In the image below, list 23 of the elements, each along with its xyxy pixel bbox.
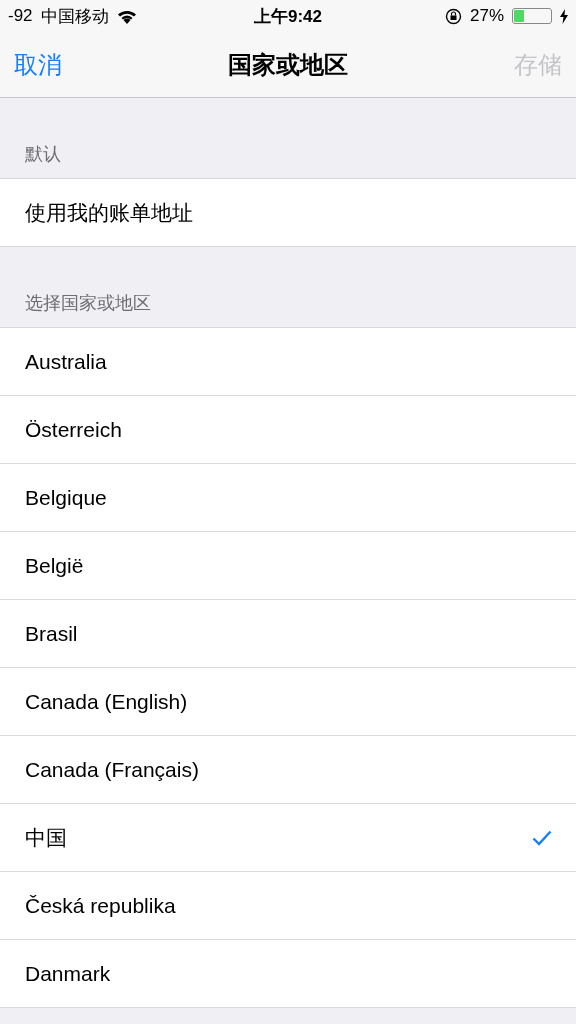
- list-item[interactable]: Canada (Français): [0, 735, 576, 803]
- list-item[interactable]: Canada (English): [0, 667, 576, 735]
- list-item[interactable]: Belgique: [0, 463, 576, 531]
- wifi-icon: [116, 8, 137, 24]
- list-item[interactable]: 中国: [0, 803, 576, 871]
- list-item[interactable]: Brasil: [0, 599, 576, 667]
- list-item[interactable]: België: [0, 531, 576, 599]
- signal-strength: -92: [8, 6, 33, 26]
- rotation-lock-icon: [444, 7, 462, 25]
- carrier-name: 中国移动: [40, 5, 109, 28]
- page-title: 国家或地区: [228, 49, 348, 80]
- list-item[interactable]: Australia: [0, 328, 576, 395]
- clock-time: 上午9:42: [254, 5, 322, 28]
- list-item[interactable]: Österreich: [0, 395, 576, 463]
- charging-icon: [560, 8, 568, 24]
- battery-icon: [512, 8, 552, 24]
- section-header: 默认: [25, 144, 61, 164]
- battery-percentage: 27%: [469, 6, 504, 26]
- list-item[interactable]: Danmark: [0, 939, 576, 1007]
- section-header: 选择国家或地区: [25, 293, 151, 313]
- list-item[interactable]: 使用我的账单地址: [0, 179, 576, 246]
- cancel-button[interactable]: 取消: [14, 48, 62, 81]
- list-item[interactable]: Česká republika: [0, 871, 576, 939]
